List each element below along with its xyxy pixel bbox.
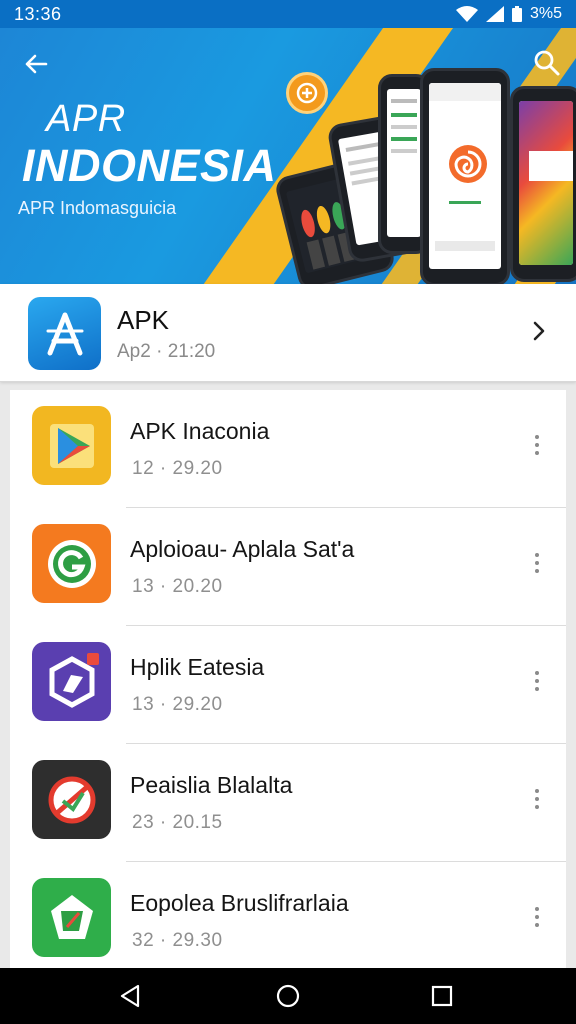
- featured-app-name: APK: [117, 305, 170, 335]
- app-subtitle: 12 · 29.20: [132, 458, 223, 479]
- battery-text: 3%5: [529, 5, 562, 22]
- list-item[interactable]: Aploioau- Aplala Sat'a 13 · 20.20: [10, 508, 566, 626]
- app-list: APK Inaconia 12 · 29.20 Aploioau- Aplala…: [10, 390, 566, 968]
- list-item[interactable]: Eopolea Bruslifrarlaia 32 · 29.30: [10, 862, 566, 968]
- nav-back-icon[interactable]: [116, 982, 144, 1010]
- prohibited-icon: [32, 760, 111, 839]
- hexagon-icon: [32, 642, 111, 721]
- more-vert-icon[interactable]: [528, 786, 546, 812]
- phone-illustration: [510, 86, 576, 282]
- app-subtitle: 13 · 20.20: [132, 576, 223, 597]
- chevron-right-icon[interactable]: [528, 320, 550, 342]
- more-vert-icon[interactable]: [528, 550, 546, 576]
- app-title: Eopolea Bruslifrarlaia: [130, 890, 349, 916]
- featured-app-subtitle: Ap2 · 21:20: [117, 341, 216, 362]
- g-circle-icon: [32, 524, 111, 603]
- app-store-a-icon: [46, 312, 83, 355]
- navigation-bar: [0, 968, 576, 1024]
- gem-icon: [32, 878, 111, 957]
- banner-title-line2: INDONESIA: [22, 140, 277, 191]
- app-subtitle: 13 · 29.20: [132, 694, 223, 715]
- search-icon[interactable]: [532, 48, 562, 78]
- hero-banner: APR INDONESIA APR Indomasguicia: [0, 28, 576, 284]
- badge-emblem-icon: [296, 82, 318, 104]
- more-vert-icon[interactable]: [528, 668, 546, 694]
- back-arrow-icon[interactable]: [20, 48, 52, 80]
- app-title: APK Inaconia: [130, 418, 270, 444]
- status-icons: 3%5: [455, 5, 562, 23]
- list-item[interactable]: APK Inaconia 12 · 29.20: [10, 390, 566, 508]
- app-title: Aploioau- Aplala Sat'a: [130, 536, 355, 562]
- app-title: Peaislia Blalalta: [130, 772, 293, 798]
- spiral-logo-icon: [449, 145, 487, 183]
- hexagon-shield-icon: [49, 652, 99, 708]
- featured-app-icon: [28, 297, 101, 370]
- play-store-icon: [32, 406, 111, 485]
- signal-icon: [485, 6, 504, 22]
- phone-illustration: [420, 68, 510, 284]
- no-sign-icon: [48, 776, 95, 823]
- play-triangle-icon: [49, 423, 94, 468]
- nav-recents-icon[interactable]: [428, 982, 456, 1010]
- status-time: 13:36: [14, 3, 62, 24]
- app-subtitle: 32 · 29.30: [132, 930, 223, 951]
- list-item[interactable]: Peaislia Blalalta 23 · 20.15: [10, 744, 566, 862]
- gem-shape-icon: [50, 894, 93, 939]
- nav-home-icon[interactable]: [274, 982, 302, 1010]
- banner-subtitle: APR Indomasguicia: [18, 198, 177, 218]
- app-subtitle: 23 · 20.15: [132, 812, 223, 833]
- app-title: Hplik Eatesia: [130, 654, 265, 680]
- wifi-icon: [455, 6, 478, 22]
- more-vert-icon[interactable]: [528, 432, 546, 458]
- featured-app-card[interactable]: APK Ap2 · 21:20: [0, 284, 576, 382]
- more-vert-icon[interactable]: [528, 904, 546, 930]
- list-item[interactable]: Hplik Eatesia 13 · 29.20: [10, 626, 566, 744]
- battery-icon: [511, 6, 522, 22]
- g-logo-icon: [47, 539, 96, 588]
- banner-badge: [286, 72, 328, 114]
- banner-title-line1: APR: [46, 98, 126, 140]
- status-bar: 13:36 3%5: [0, 0, 576, 28]
